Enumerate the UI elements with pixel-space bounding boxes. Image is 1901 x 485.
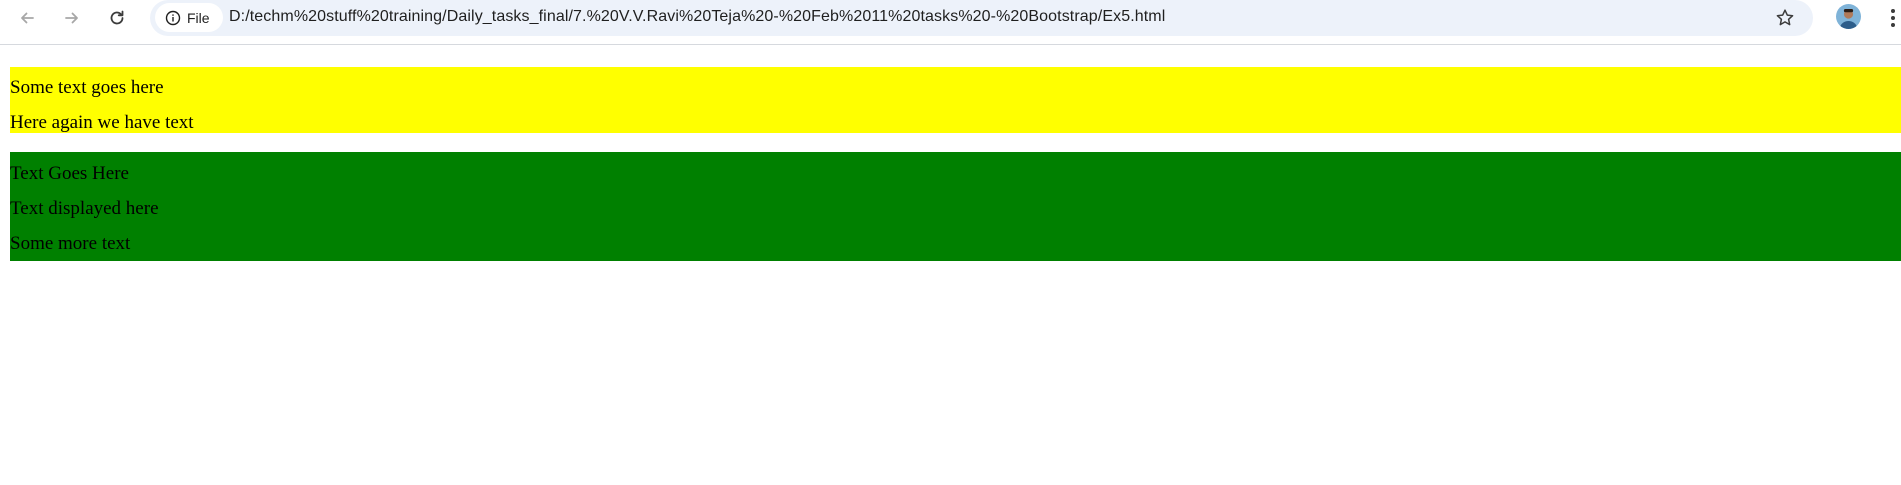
green-text-line-1: Text Goes Here: [10, 163, 129, 184]
yellow-text-line-1: Some text goes here: [10, 77, 164, 98]
green-box: Text Goes Here Text displayed here Some …: [10, 152, 1901, 261]
star-icon[interactable]: [1774, 7, 1796, 29]
address-bar[interactable]: File D:/techm%20stuff%20training/Daily_t…: [150, 0, 1813, 36]
site-info-label: File: [187, 9, 210, 26]
avatar[interactable]: [1836, 4, 1861, 29]
forward-button[interactable]: [57, 3, 87, 33]
url-text[interactable]: D:/techm%20stuff%20training/Daily_tasks_…: [229, 8, 1165, 26]
info-icon: [165, 10, 181, 25]
reload-button[interactable]: [102, 3, 132, 33]
yellow-box: Some text goes here Here again we have t…: [10, 67, 1901, 133]
site-info-chip[interactable]: File: [155, 3, 223, 32]
kebab-menu-icon[interactable]: [1885, 4, 1901, 32]
back-button[interactable]: [12, 3, 42, 33]
green-text-line-3: Some more text: [10, 233, 131, 254]
yellow-text-line-2: Here again we have text: [10, 112, 194, 133]
reload-icon: [110, 10, 124, 25]
browser-toolbar: File D:/techm%20stuff%20training/Daily_t…: [0, 0, 1901, 45]
forward-arrow-icon: [65, 12, 78, 24]
back-arrow-icon: [21, 12, 34, 24]
green-text-line-2: Text displayed here: [10, 198, 159, 219]
